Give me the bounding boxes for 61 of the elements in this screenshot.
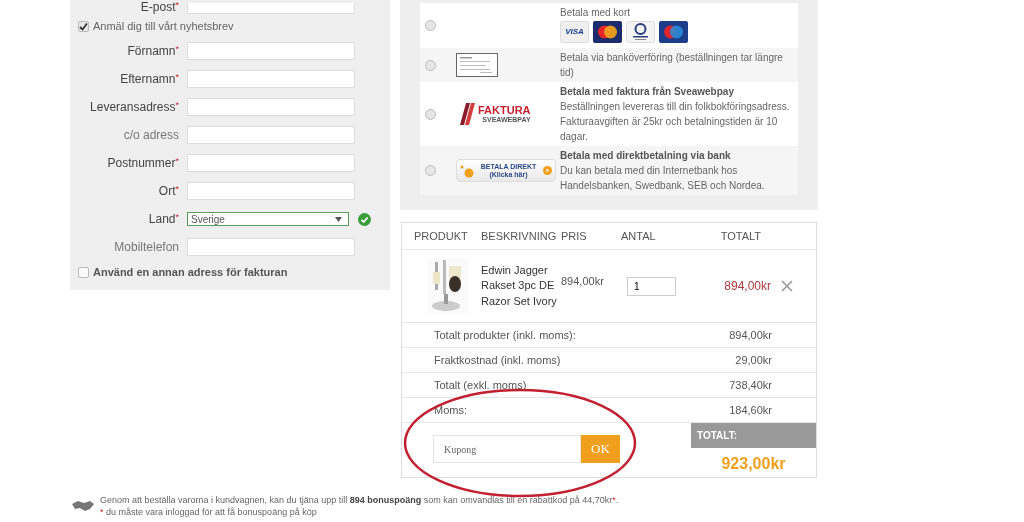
summary-value: 894,00kr — [729, 329, 772, 341]
payment-title: Betala med direktbetalning via bank — [560, 149, 732, 163]
coupon-field[interactable]: Kupong — [433, 435, 581, 463]
field-label: Leveransadress* — [90, 100, 179, 114]
input-field[interactable] — [187, 70, 355, 88]
field-label: E-post* — [140, 0, 179, 14]
field-label: Land* — [148, 212, 179, 226]
card-logo-icon — [626, 21, 655, 43]
card-logo-icon — [593, 21, 622, 43]
payment-description: Beställningen levereras till din folkbokföringsadress. Fakturaavgiften är 25kr och betalningstiden är 10 dagar. — [560, 100, 791, 144]
radio-button[interactable] — [425, 165, 436, 176]
email-field[interactable] — [187, 3, 355, 14]
radio-button[interactable] — [425, 59, 436, 71]
card-logo: VISA — [560, 21, 589, 43]
input-field[interactable] — [187, 126, 355, 144]
input-field[interactable] — [187, 154, 355, 172]
input-field[interactable] — [187, 182, 355, 200]
close-icon — [781, 280, 793, 292]
table-cell-text: 894,00kr — [561, 275, 605, 287]
column-header: PRODUKT — [414, 230, 469, 242]
country-select[interactable]: Sverige — [187, 212, 349, 226]
summary-value: 184,60kr — [729, 404, 772, 416]
field-label: Efternamn* — [120, 72, 179, 86]
field-label: Förnamn* — [127, 44, 179, 58]
card-logo-icon — [659, 21, 688, 43]
column-header: BESKRIVNING — [481, 230, 558, 242]
checkbox[interactable] — [78, 20, 89, 32]
field-label: Ort* — [158, 184, 179, 198]
payment-label: Betala med kort — [560, 6, 632, 20]
summary-label: Fraktkostnad (inkl. moms) — [434, 354, 561, 366]
product-name[interactable]: Edwin Jagger Rakset 3pc DE Razor Set Ivory — [481, 262, 559, 310]
note-text: * du måste vara inloggad för att få bonuspoäng på köp — [100, 506, 318, 518]
checkbox[interactable] — [78, 266, 89, 278]
payment-description: Betala via banköverföring (beställningen tar längre tid) — [560, 51, 784, 80]
field-label: Mobiltelefon — [114, 240, 179, 254]
checkbox-label: Använd en annan adress för fakturan — [93, 266, 288, 278]
summary-label: Moms: — [434, 404, 467, 416]
payment-title: Betala med faktura från Sveawebpay — [560, 85, 735, 99]
summary-value: 29,00kr — [735, 354, 772, 366]
column-header: PRIS — [561, 230, 588, 242]
caret-icon — [335, 216, 342, 222]
summary-label: Totalt produkter (inkl. moms): — [434, 329, 576, 341]
bank-slip-icon — [456, 53, 498, 77]
summary-label: Totalt (exkl. moms) — [434, 379, 527, 391]
payment-description: Du kan betala med din Internetbank hos Handelsbanken, Swedbank, SEB och Nordea. — [560, 164, 766, 193]
handshake-icon — [72, 500, 94, 512]
input-field[interactable] — [187, 98, 355, 116]
table-cell-text: 894,00kr — [723, 279, 772, 293]
quantity-field[interactable]: 1 — [627, 276, 676, 296]
radio-button[interactable] — [425, 20, 436, 31]
total-value: 923,00kr — [720, 454, 787, 473]
total-label: TOTALT: — [691, 423, 816, 448]
column-header: TOTALT — [719, 230, 762, 242]
input-field[interactable] — [187, 42, 355, 60]
summary-value: 738,40kr — [729, 379, 772, 391]
field-label: Postnummer* — [107, 156, 179, 170]
column-header: ANTAL — [621, 230, 657, 242]
radio-button[interactable] — [425, 108, 436, 120]
input-field[interactable] — [187, 238, 355, 256]
checkbox-label: Anmäl dig till vårt nyhetsbrev — [93, 20, 234, 32]
field-label: c/o adress — [123, 128, 179, 142]
